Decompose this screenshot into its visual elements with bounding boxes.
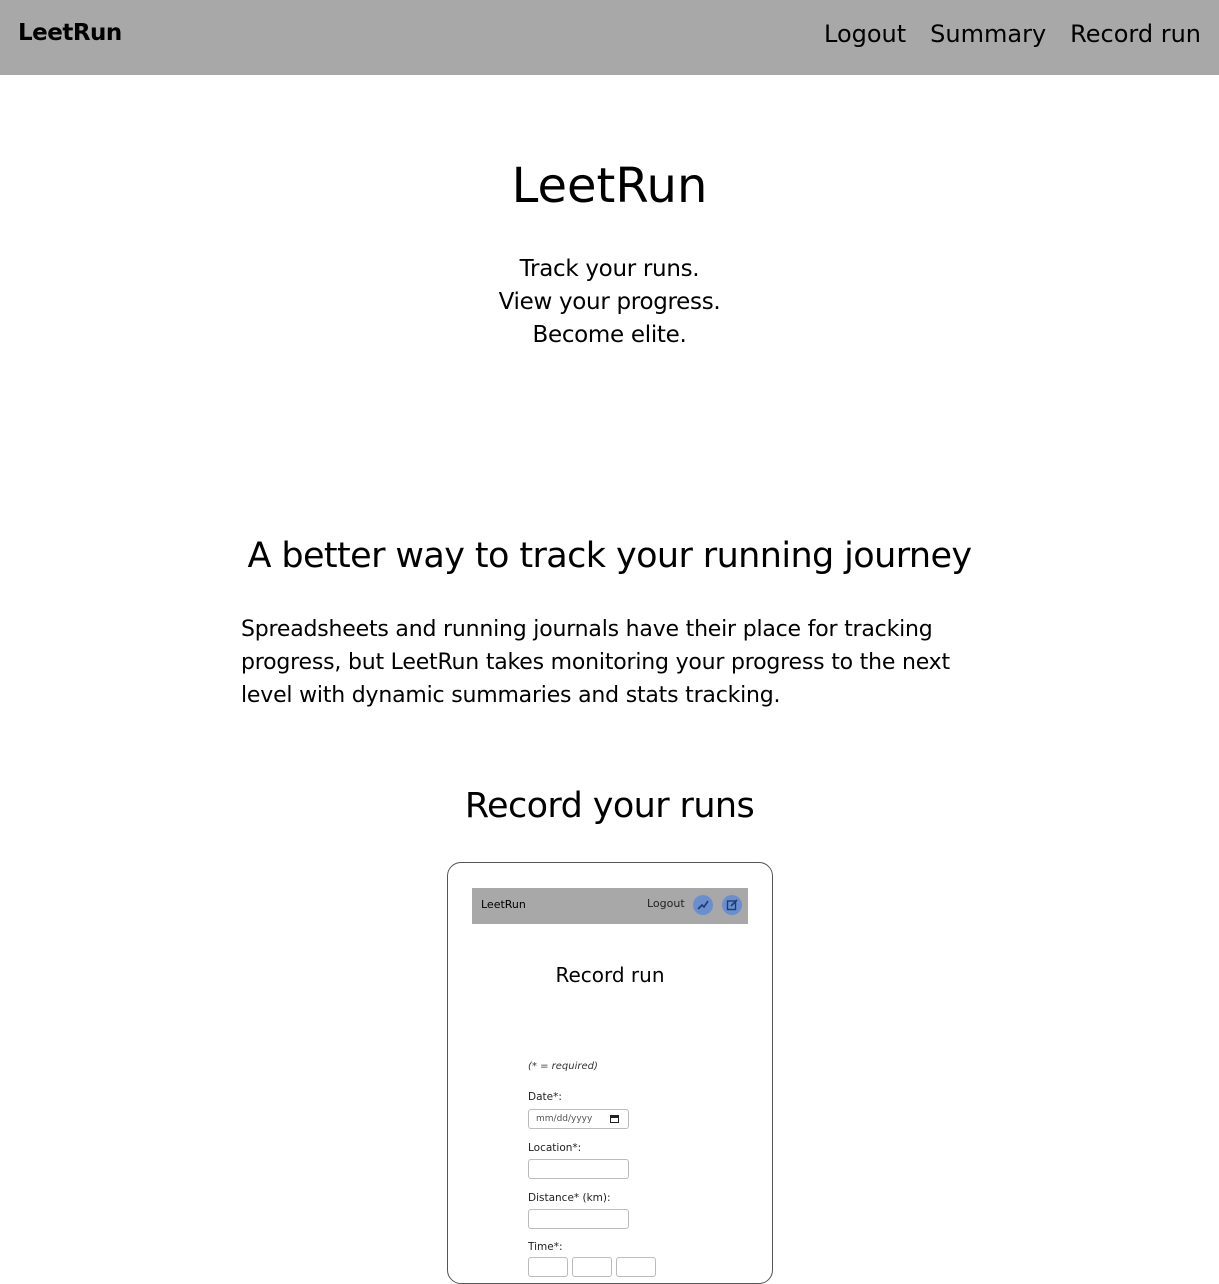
nav-summary-link[interactable]: Summary	[930, 20, 1046, 48]
preview-time-seconds-input	[616, 1257, 656, 1277]
intro-body: Spreadsheets and running journals have t…	[241, 617, 950, 708]
preview-distance-label: Distance* (km):	[528, 1192, 611, 1204]
preview-brand: LeetRun	[481, 898, 526, 911]
preview-location-input	[528, 1159, 629, 1179]
preview-required-note: (* = required)	[528, 1061, 598, 1072]
preview-logout: Logout	[647, 897, 685, 910]
nav-links: Logout Summary Record run	[824, 20, 1201, 48]
preview-date-input: mm/dd/yyyy	[528, 1109, 629, 1129]
preview-time-minutes-input	[572, 1257, 612, 1277]
tagline-line-3: Become elite.	[532, 322, 687, 348]
preview-time-hours-input	[528, 1257, 568, 1277]
nav-record-run-link[interactable]: Record run	[1070, 20, 1201, 48]
brand-link[interactable]: LeetRun	[18, 20, 122, 46]
nav-logout-link[interactable]: Logout	[824, 20, 906, 48]
tagline-line-1: Track your runs.	[519, 256, 700, 282]
record-section-heading: Record your runs	[464, 786, 755, 826]
top-navbar: LeetRun Logout Summary Record run	[0, 0, 1219, 75]
preview-title: Record run	[555, 963, 665, 987]
edit-icon	[722, 895, 742, 915]
hero-title: LeetRun	[511, 158, 708, 214]
preview-date-label: Date*:	[528, 1091, 562, 1103]
tagline-line-2: View your progress.	[498, 289, 721, 315]
preview-distance-input	[528, 1209, 629, 1229]
preview-date-placeholder: mm/dd/yyyy	[536, 1114, 593, 1124]
record-run-preview-image: LeetRun Logout Record run (* = required)…	[447, 862, 773, 1284]
preview-location-label: Location*:	[528, 1142, 582, 1154]
calendar-icon	[610, 1115, 619, 1123]
chart-icon	[693, 895, 713, 915]
hero-tagline: Track your runs. View your progress. Bec…	[0, 253, 1219, 352]
preview-navbar: LeetRun Logout	[472, 888, 748, 924]
intro-heading: A better way to track your running journ…	[247, 536, 972, 576]
preview-time-label: Time*:	[528, 1241, 563, 1253]
